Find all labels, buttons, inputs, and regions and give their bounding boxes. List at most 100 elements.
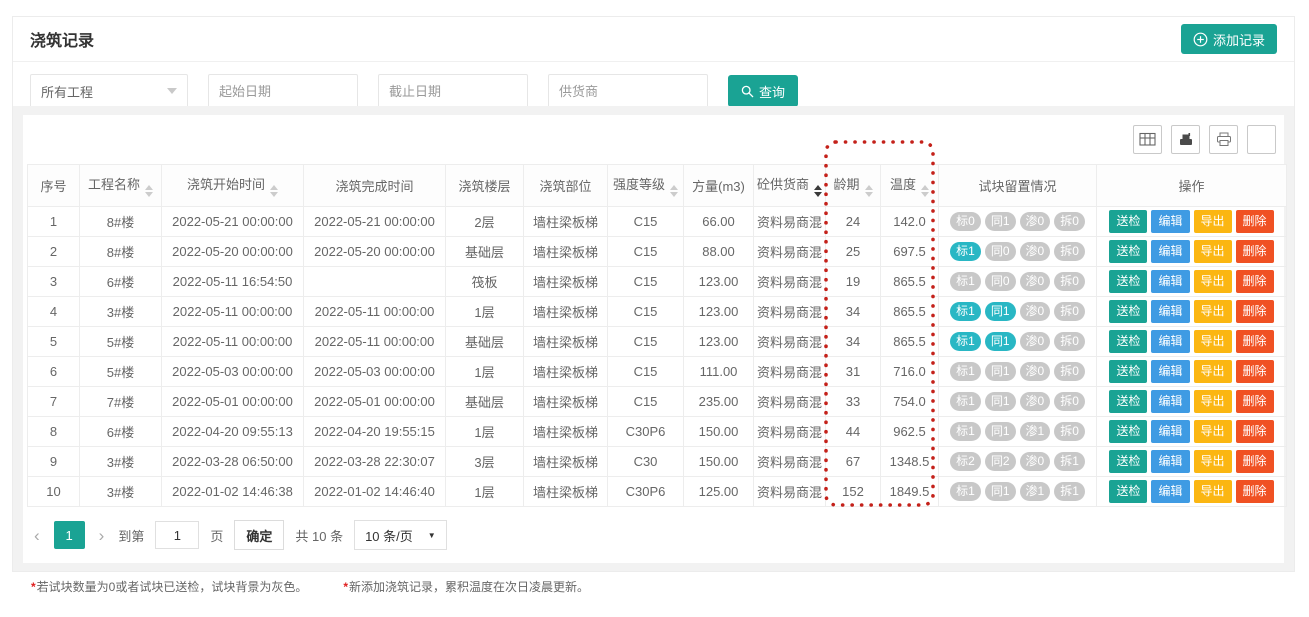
delete-button[interactable]: 删除: [1236, 270, 1274, 293]
column-header[interactable]: 工程名称: [80, 165, 162, 207]
export-button[interactable]: 导出: [1194, 210, 1232, 233]
test-block-badge[interactable]: 渗1: [1020, 422, 1051, 441]
sort-icon[interactable]: [145, 185, 153, 197]
test-block-badge[interactable]: 标1: [950, 272, 981, 291]
delete-button[interactable]: 删除: [1236, 330, 1274, 353]
prev-page-icon[interactable]: ‹: [31, 527, 43, 544]
goto-page-input[interactable]: [155, 521, 199, 549]
test-block-badge[interactable]: 渗0: [1020, 242, 1051, 261]
send-inspect-button[interactable]: 送检: [1109, 450, 1147, 473]
edit-button[interactable]: 编辑: [1151, 390, 1189, 413]
column-header[interactable]: 浇筑楼层: [446, 165, 524, 207]
test-block-badge[interactable]: 同0: [985, 272, 1016, 291]
test-block-badge[interactable]: 标0: [950, 212, 981, 231]
delete-button[interactable]: 删除: [1236, 300, 1274, 323]
test-block-badge[interactable]: 标1: [950, 332, 981, 351]
send-inspect-button[interactable]: 送检: [1109, 360, 1147, 383]
send-inspect-button[interactable]: 送检: [1109, 390, 1147, 413]
column-header[interactable]: 浇筑部位: [524, 165, 608, 207]
blank-box[interactable]: [1247, 125, 1276, 154]
send-inspect-button[interactable]: 送检: [1109, 300, 1147, 323]
column-header[interactable]: 试块留置情况: [939, 165, 1097, 207]
delete-button[interactable]: 删除: [1236, 420, 1274, 443]
test-block-badge[interactable]: 同2: [985, 452, 1016, 471]
per-page-select[interactable]: 10 条/页 ▼: [354, 520, 447, 550]
export-button[interactable]: 导出: [1194, 450, 1232, 473]
start-date-input[interactable]: [208, 74, 358, 108]
test-block-badge[interactable]: 同1: [985, 422, 1016, 441]
sort-icon[interactable]: [921, 185, 929, 197]
edit-button[interactable]: 编辑: [1151, 360, 1189, 383]
column-header[interactable]: 操作: [1097, 165, 1287, 207]
test-block-badge[interactable]: 标1: [950, 242, 981, 261]
test-block-badge[interactable]: 同1: [985, 392, 1016, 411]
test-block-badge[interactable]: 标1: [950, 482, 981, 501]
export-button[interactable]: 导出: [1194, 390, 1232, 413]
test-block-badge[interactable]: 渗0: [1020, 452, 1051, 471]
test-block-badge[interactable]: 渗0: [1020, 362, 1051, 381]
test-block-badge[interactable]: 同1: [985, 362, 1016, 381]
delete-button[interactable]: 删除: [1236, 390, 1274, 413]
sort-icon[interactable]: [814, 185, 822, 197]
edit-button[interactable]: 编辑: [1151, 240, 1189, 263]
print-icon[interactable]: [1209, 125, 1238, 154]
export-button[interactable]: 导出: [1194, 420, 1232, 443]
test-block-badge[interactable]: 拆0: [1054, 242, 1085, 261]
columns-icon[interactable]: [1133, 125, 1162, 154]
test-block-badge[interactable]: 拆0: [1054, 272, 1085, 291]
delete-button[interactable]: 删除: [1236, 450, 1274, 473]
test-block-badge[interactable]: 同1: [985, 482, 1016, 501]
export-button[interactable]: 导出: [1194, 240, 1232, 263]
edit-button[interactable]: 编辑: [1151, 210, 1189, 233]
export-button[interactable]: 导出: [1194, 480, 1232, 503]
test-block-badge[interactable]: 同0: [985, 242, 1016, 261]
test-block-badge[interactable]: 标1: [950, 362, 981, 381]
edit-button[interactable]: 编辑: [1151, 330, 1189, 353]
send-inspect-button[interactable]: 送检: [1109, 330, 1147, 353]
test-block-badge[interactable]: 拆0: [1054, 302, 1085, 321]
delete-button[interactable]: 删除: [1236, 480, 1274, 503]
test-block-badge[interactable]: 渗0: [1020, 212, 1051, 231]
export-button[interactable]: 导出: [1194, 300, 1232, 323]
sort-icon[interactable]: [670, 185, 678, 197]
add-record-button[interactable]: 添加记录: [1181, 24, 1277, 54]
export-button[interactable]: 导出: [1194, 270, 1232, 293]
project-select[interactable]: 所有工程: [30, 74, 188, 108]
test-block-badge[interactable]: 渗0: [1020, 332, 1051, 351]
test-block-badge[interactable]: 拆0: [1054, 212, 1085, 231]
edit-button[interactable]: 编辑: [1151, 420, 1189, 443]
column-header[interactable]: 龄期: [826, 165, 881, 207]
next-page-icon[interactable]: ›: [96, 527, 108, 544]
test-block-badge[interactable]: 渗1: [1020, 482, 1051, 501]
end-date-input[interactable]: [378, 74, 528, 108]
send-inspect-button[interactable]: 送检: [1109, 480, 1147, 503]
test-block-badge[interactable]: 拆1: [1054, 482, 1085, 501]
column-header[interactable]: 强度等级: [608, 165, 684, 207]
sort-icon[interactable]: [865, 185, 873, 197]
edit-button[interactable]: 编辑: [1151, 270, 1189, 293]
confirm-page-button[interactable]: 确定: [234, 520, 284, 550]
send-inspect-button[interactable]: 送检: [1109, 270, 1147, 293]
test-block-badge[interactable]: 拆0: [1054, 422, 1085, 441]
edit-button[interactable]: 编辑: [1151, 300, 1189, 323]
test-block-badge[interactable]: 渗0: [1020, 302, 1051, 321]
test-block-badge[interactable]: 标1: [950, 422, 981, 441]
export-button[interactable]: 导出: [1194, 360, 1232, 383]
delete-button[interactable]: 删除: [1236, 240, 1274, 263]
test-block-badge[interactable]: 同1: [985, 332, 1016, 351]
test-block-badge[interactable]: 拆0: [1054, 362, 1085, 381]
column-header[interactable]: 浇筑完成时间: [304, 165, 446, 207]
supplier-input[interactable]: [548, 74, 708, 108]
page-1-button[interactable]: 1: [54, 521, 85, 549]
export-icon[interactable]: [1171, 125, 1200, 154]
column-header[interactable]: 砼供货商: [754, 165, 826, 207]
test-block-badge[interactable]: 标1: [950, 392, 981, 411]
send-inspect-button[interactable]: 送检: [1109, 210, 1147, 233]
delete-button[interactable]: 删除: [1236, 360, 1274, 383]
test-block-badge[interactable]: 标1: [950, 302, 981, 321]
column-header[interactable]: 浇筑开始时间: [162, 165, 304, 207]
export-button[interactable]: 导出: [1194, 330, 1232, 353]
edit-button[interactable]: 编辑: [1151, 480, 1189, 503]
test-block-badge[interactable]: 渗0: [1020, 272, 1051, 291]
send-inspect-button[interactable]: 送检: [1109, 420, 1147, 443]
